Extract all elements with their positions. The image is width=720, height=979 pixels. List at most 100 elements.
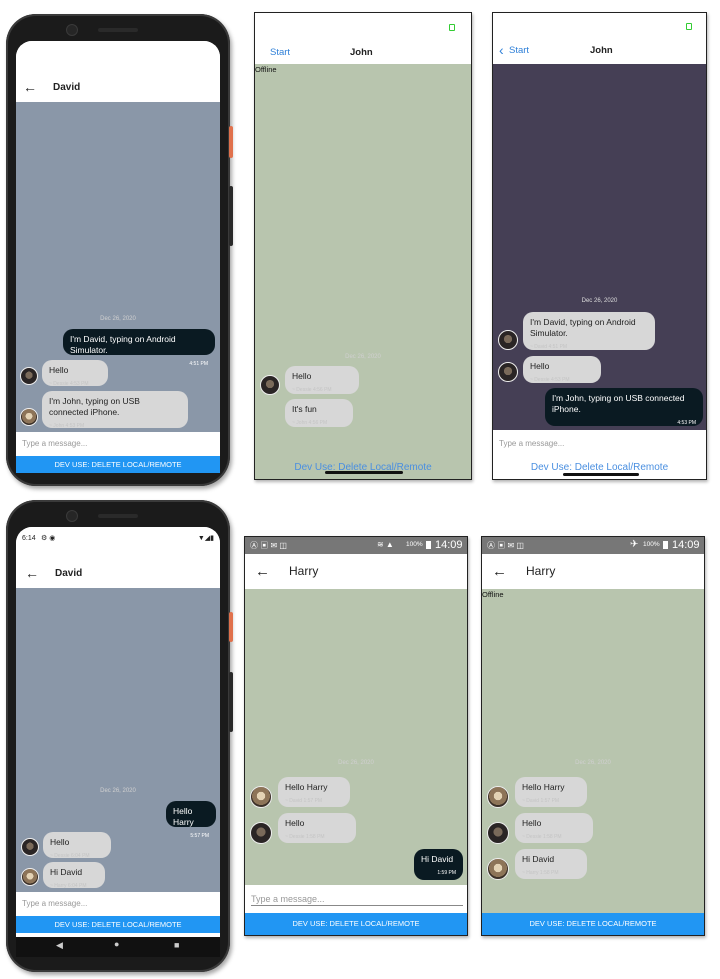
message-text: Hello <box>50 837 70 847</box>
message-bubble-incoming: I'm John, typing on USB connected iPhone… <box>42 391 188 429</box>
message-meta: ~ Dessie 1:58 PM <box>522 834 562 840</box>
input-underline <box>251 905 463 906</box>
message-bubble-outgoing: I'm John, typing on USB connected iPhone… <box>545 388 703 426</box>
back-button[interactable]: Start <box>509 45 529 56</box>
message-text: Hi David <box>522 854 555 864</box>
power-button <box>229 126 233 158</box>
message-bubble-incoming: I'm David, typing on Android Simulator. … <box>523 312 655 350</box>
chat-title: John <box>590 45 613 56</box>
android-phone-frame-4: 6:14 ⚙ ◉ ▼◢▮ ← David Dec 26, 2020 Hello … <box>6 500 233 972</box>
chat-title: Harry <box>289 564 319 578</box>
avatar-icon <box>20 408 38 426</box>
chat-area: Offline Dec 26, 2020 Hello ~ Dessie 4:56… <box>255 64 471 479</box>
offline-label: Offline <box>255 65 277 74</box>
android-nav-bar: ◀ ● ■ <box>16 937 220 957</box>
message-bubble-incoming: Hello ~ Dessie 4:56 PM <box>285 366 359 394</box>
message-meta: ~ Dessie 1:58 PM <box>285 834 325 840</box>
back-arrow-icon[interactable]: ← <box>23 79 37 95</box>
offline-label: Offline <box>482 590 504 599</box>
status-time: 14:09 <box>435 539 463 551</box>
message-meta: ~ John 4:53 PM <box>49 423 85 429</box>
notification-icons: Ⓐ ▣ ✉ ◫ <box>250 541 287 550</box>
message-input[interactable]: Type a message... <box>493 430 706 458</box>
message-bubble-incoming: Hello ~ Dessie 6:04 PM <box>43 832 111 859</box>
chat-area: Dec 26, 2020 I'm David, typing on Androi… <box>16 102 220 432</box>
dev-delete-button[interactable]: DEV USE: DELETE LOCAL/REMOTE <box>482 913 704 935</box>
home-indicator <box>325 471 403 474</box>
message-text: Hello Harry <box>173 806 194 827</box>
avatar-icon <box>487 858 509 880</box>
message-bubble-incoming: Hello ~ Dessie 4:53 PM <box>42 360 108 387</box>
status-bar: Ⓐ ▣ ✉ ◫ ✈ 100% 14:09 <box>482 537 704 554</box>
message-input[interactable]: Type a message... <box>245 885 467 913</box>
chat-title: David <box>53 82 81 93</box>
volume-button <box>229 186 233 246</box>
back-button[interactable]: Start <box>270 47 290 58</box>
message-bubble-incoming: Hello ~ Dessie 1:58 PM <box>278 813 356 843</box>
app-header: ← David <box>16 41 220 102</box>
message-bubble-incoming: Hello ~ Dessie 4:53 PM <box>523 356 601 383</box>
avatar-icon <box>487 786 509 808</box>
samsung-screen-frame-6: Ⓐ ▣ ✉ ◫ ✈ 100% 14:09 ← Harry Offline Dec… <box>481 536 705 936</box>
samsung-screen-frame-5: Ⓐ ▣ ✉ ◫ ≋ ▲ 100% 14:09 ← Harry Dec 26, 2… <box>244 536 468 936</box>
back-arrow-icon[interactable]: ← <box>25 565 39 581</box>
dev-delete-button[interactable]: DEV USE: DELETE LOCAL/REMOTE <box>245 913 467 935</box>
dev-delete-link[interactable]: Dev Use: Delete Local/Remote <box>493 462 706 473</box>
message-bubble-outgoing: Hi David 1:59 PM <box>414 849 463 880</box>
ios-screen-frame-3: ‹ Start John Dec 26, 2020 I'm David, typ… <box>492 12 707 480</box>
status-time: 6:14 <box>22 535 36 542</box>
nav-back-icon[interactable]: ◀ <box>56 940 63 951</box>
status-time: 14:09 <box>672 539 700 551</box>
ios-screen-frame-2: Start John Offline Dec 26, 2020 Hello ~ … <box>254 12 472 480</box>
front-camera <box>66 24 78 36</box>
message-text: I'm John, typing on USB connected iPhone… <box>552 393 685 414</box>
message-time: 1:59 PM <box>437 870 456 876</box>
message-text: I'm John, typing on USB connected iPhone… <box>49 396 140 417</box>
date-label: Dec 26, 2020 <box>575 760 611 766</box>
chat-title: David <box>55 568 83 579</box>
app-header: ← Harry <box>482 554 704 589</box>
phone-1-screen: ← David Dec 26, 2020 I'm David, typing o… <box>16 41 220 473</box>
nav-home-icon[interactable]: ● <box>114 939 119 949</box>
message-meta: ~ David 1:57 PM <box>522 798 560 804</box>
message-input[interactable]: Type a message... <box>16 892 220 916</box>
avatar-icon <box>250 822 272 844</box>
dev-delete-button[interactable]: DEV USE: DELETE LOCAL/REMOTE <box>16 916 220 933</box>
status-bar: Ⓐ ▣ ✉ ◫ ≋ ▲ 100% 14:09 <box>245 537 467 554</box>
battery-icon <box>426 541 431 549</box>
message-text: Hi David <box>50 867 83 877</box>
message-text: Hello <box>49 365 69 375</box>
message-text: I'm David, typing on Android Simulator. <box>530 317 636 338</box>
message-meta: ~ John 4:56 PM <box>292 420 328 426</box>
back-arrow-icon[interactable]: ← <box>492 563 507 580</box>
signal-battery-icon: ▼◢▮ <box>197 535 214 542</box>
avatar-icon <box>498 330 518 350</box>
volume-button <box>229 672 233 732</box>
power-button <box>229 612 233 642</box>
message-time: 4:53 PM <box>677 420 696 426</box>
avatar-icon <box>260 375 280 395</box>
message-bubble-incoming: Hello Harry ~ David 1:57 PM <box>278 777 350 807</box>
chat-area: Dec 26, 2020 Hello Harry 5:57 PM Hello ~… <box>16 588 220 892</box>
app-header: 6:14 ⚙ ◉ ▼◢▮ ← David <box>16 527 220 588</box>
message-meta: ~ Dessie 4:53 PM <box>530 377 570 383</box>
dev-delete-button[interactable]: DEV USE: DELETE LOCAL/REMOTE <box>16 456 220 473</box>
message-bubble-incoming: Hi David ~ Harry 6:04 PM <box>43 862 105 889</box>
battery-percent: 100% <box>643 541 660 548</box>
nav-recent-icon[interactable]: ■ <box>174 940 179 950</box>
message-text: Hello Harry <box>522 782 565 792</box>
earpiece-speaker <box>98 514 138 518</box>
message-input[interactable]: Type a message... <box>16 432 220 456</box>
date-label: Dec 26, 2020 <box>581 298 618 304</box>
message-meta: ~ Dessie 4:56 PM <box>292 387 332 393</box>
message-text: Hello <box>530 361 550 371</box>
status-icons: ⚙ ◉ <box>41 535 56 542</box>
message-text: Hello <box>522 818 542 828</box>
chevron-left-icon[interactable]: ‹ <box>499 42 504 58</box>
back-arrow-icon[interactable]: ← <box>255 563 270 580</box>
message-text: Hello <box>285 818 305 828</box>
message-meta: ~ Dessie 4:53 PM <box>49 381 89 387</box>
message-meta: ~ Harry 6:04 PM <box>50 883 87 889</box>
message-bubble-incoming: Hello ~ Dessie 1:58 PM <box>515 813 593 843</box>
message-bubble-incoming: It's fun ~ John 4:56 PM <box>285 399 353 427</box>
